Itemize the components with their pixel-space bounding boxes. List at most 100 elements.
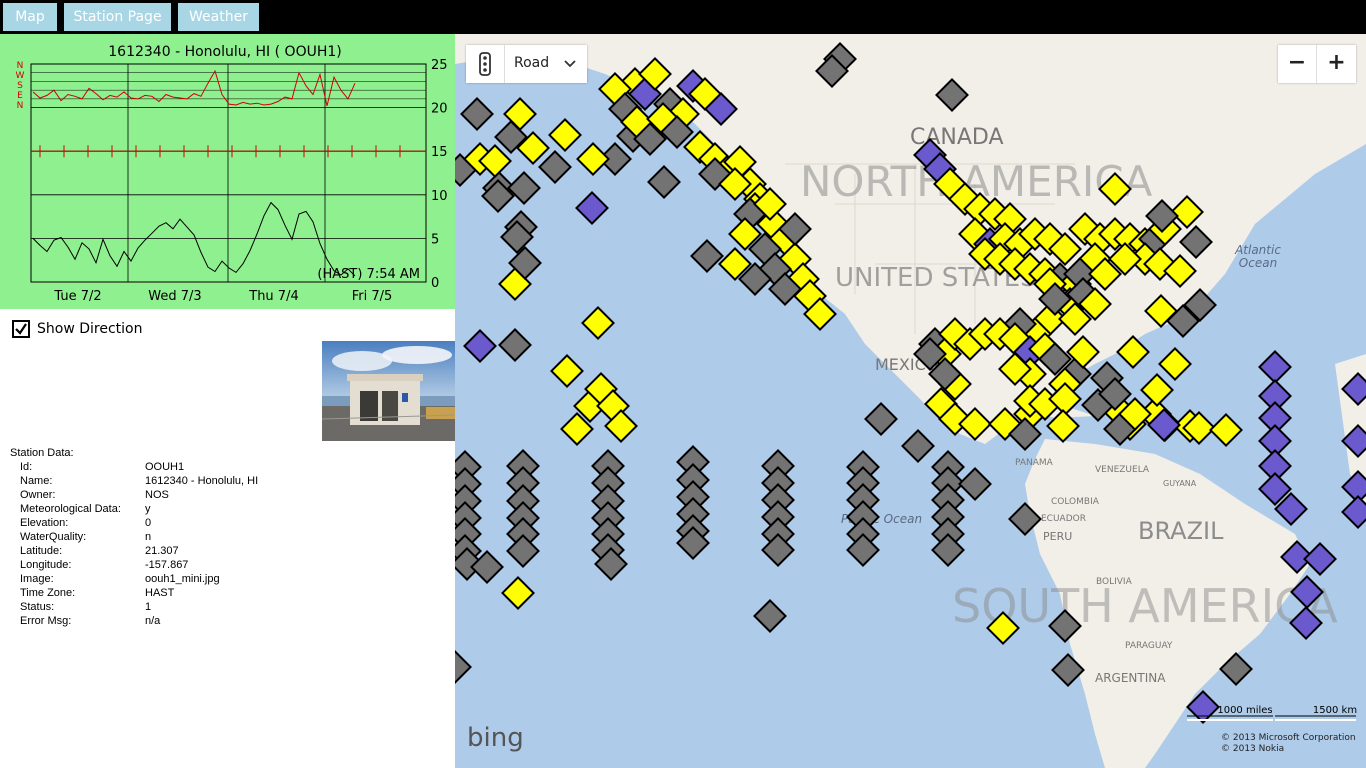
chart-grid xyxy=(31,64,426,282)
station-marker[interactable] xyxy=(690,239,724,273)
station-photo-image xyxy=(321,341,456,441)
station-field-value: y xyxy=(145,503,151,515)
station-field-row: Owner: NOS xyxy=(10,488,169,502)
station-panel: 1612340 - Honolulu, HI ( OOUH1) NWSEN 25… xyxy=(0,34,456,768)
station-field-key: Status: xyxy=(20,601,55,613)
label-argentina: ARGENTINA xyxy=(1095,671,1166,685)
scale-miles: 1000 miles xyxy=(1217,705,1272,716)
direction-labels: NWSEN xyxy=(16,61,25,111)
station-marker[interactable] xyxy=(498,328,532,362)
station-data-title: Station Data: xyxy=(10,447,74,459)
station-field-key: Owner: xyxy=(20,489,56,501)
x-tick-label: Wed 7/3 xyxy=(148,289,201,304)
top-nav-bar: Map Station Page Weather xyxy=(0,0,1366,34)
direction-label: N xyxy=(17,101,24,111)
station-field-row: Status: 1 xyxy=(10,600,151,614)
station-field-row: Meteorological Data: y xyxy=(10,502,151,516)
station-field-value: 1612340 - Honolulu, HI xyxy=(145,475,259,487)
copyright-nokia: © 2013 Nokia xyxy=(1221,744,1285,754)
map-style-label: Road xyxy=(514,55,550,71)
chart-series xyxy=(32,69,356,277)
station-chart: 1612340 - Honolulu, HI ( OOUH1) NWSEN 25… xyxy=(0,34,455,309)
check-icon xyxy=(15,323,27,335)
station-field-key: WaterQuality: xyxy=(20,531,87,543)
map-style-selector[interactable]: Road xyxy=(466,45,587,83)
station-marker[interactable] xyxy=(507,171,541,205)
station-field-row: WaterQuality: n xyxy=(10,530,151,544)
station-field-value: OOUH1 xyxy=(145,461,185,473)
y-tick-label: 15 xyxy=(431,145,448,160)
station-marker[interactable] xyxy=(581,306,615,340)
station-marker[interactable] xyxy=(1341,495,1366,529)
station-marker[interactable] xyxy=(575,191,609,225)
station-marker[interactable] xyxy=(548,118,582,152)
station-marker[interactable] xyxy=(901,429,935,463)
station-field-row: Elevation: 0 xyxy=(10,516,151,530)
station-marker[interactable] xyxy=(753,599,787,633)
station-field-row: Error Msg: n/a xyxy=(10,614,160,628)
station-marker[interactable] xyxy=(647,165,681,199)
label-atlantic-ocean: Ocean xyxy=(1239,256,1277,270)
station-field-value: -157.867 xyxy=(145,559,189,571)
weather-nav-button[interactable]: Weather xyxy=(178,3,259,31)
station-marker[interactable] xyxy=(1258,350,1292,384)
station-field-key: Name: xyxy=(20,475,53,487)
label-paraguay: PARAGUAY xyxy=(1125,641,1173,651)
zoom-in-button[interactable]: + xyxy=(1317,45,1356,83)
chart-annotation: (HAST) 7:54 AM xyxy=(317,267,420,282)
show-direction-checkbox[interactable]: Show Direction xyxy=(12,317,142,341)
station-field-value: 21.307 xyxy=(145,545,179,557)
station-field-key: Image: xyxy=(20,573,54,585)
label-atlantic: Atlantic xyxy=(1234,243,1281,257)
station-marker[interactable] xyxy=(958,467,992,501)
label-brazil: BRAZIL xyxy=(1138,517,1224,545)
label-panama: PANAMA xyxy=(1015,458,1054,468)
y-tick-label: 10 xyxy=(431,189,448,204)
station-marker[interactable] xyxy=(1140,373,1174,407)
station-marker[interactable] xyxy=(576,142,610,176)
station-marker[interactable] xyxy=(463,329,497,363)
station-marker[interactable] xyxy=(1341,470,1366,504)
zoom-controls: − + xyxy=(1278,45,1356,83)
midline-series xyxy=(31,145,426,158)
y-tick-label: 0 xyxy=(431,276,439,291)
station-marker[interactable] xyxy=(550,354,584,388)
label-guyana: GUYANA xyxy=(1163,479,1197,488)
station-marker[interactable] xyxy=(864,402,898,436)
x-tick-label: Fri 7/5 xyxy=(352,289,393,304)
map-canvas[interactable]: CANADA NORTH AMERICA UNITED STATES MEXIC… xyxy=(455,34,1366,768)
station-marker[interactable] xyxy=(538,150,572,184)
station-marker[interactable] xyxy=(1303,542,1337,576)
label-colombia: COLOMBIA xyxy=(1051,497,1100,507)
map-copyright: © 2013 Microsoft Corporation © 2013 Noki… xyxy=(1221,733,1356,755)
station-field-key: Longitude: xyxy=(20,559,72,571)
station-field-value: HAST xyxy=(145,587,175,599)
station-field-row: Name: 1612340 - Honolulu, HI xyxy=(10,474,258,488)
station-field-value: oouh1_mini.jpg xyxy=(145,573,220,585)
label-venezuela: VENEZUELA xyxy=(1095,465,1150,475)
chart-svg: 1612340 - Honolulu, HI ( OOUH1) NWSEN 25… xyxy=(16,44,448,304)
station-marker[interactable] xyxy=(1209,413,1243,447)
station-marker[interactable] xyxy=(1158,347,1192,381)
station-field-key: Meteorological Data: xyxy=(20,503,121,515)
zoom-out-button[interactable]: − xyxy=(1278,45,1317,83)
station-field-row: Id: OOUH1 xyxy=(10,460,184,474)
station-field-key: Latitude: xyxy=(20,545,63,557)
chevron-down-icon xyxy=(564,60,576,68)
station-field-row: Latitude: 21.307 xyxy=(10,544,179,558)
x-tick-label: Tue 7/2 xyxy=(53,289,101,304)
station-field-key: Time Zone: xyxy=(20,587,76,599)
station-marker[interactable] xyxy=(506,534,540,568)
station-marker[interactable] xyxy=(455,650,472,684)
show-direction-label: Show Direction xyxy=(37,321,143,337)
traffic-icon[interactable] xyxy=(466,45,505,83)
station-field-value: 1 xyxy=(145,601,152,613)
checkbox-box[interactable] xyxy=(12,320,30,338)
x-tick-label: Thu 7/4 xyxy=(248,289,298,304)
station-marker[interactable] xyxy=(501,576,535,610)
station-page-nav-button[interactable]: Station Page xyxy=(64,3,171,31)
station-marker[interactable] xyxy=(460,97,494,131)
station-field-value: NOS xyxy=(145,489,169,501)
map-view[interactable]: CANADA NORTH AMERICA UNITED STATES MEXIC… xyxy=(455,34,1366,768)
map-nav-button[interactable]: Map xyxy=(3,3,57,31)
